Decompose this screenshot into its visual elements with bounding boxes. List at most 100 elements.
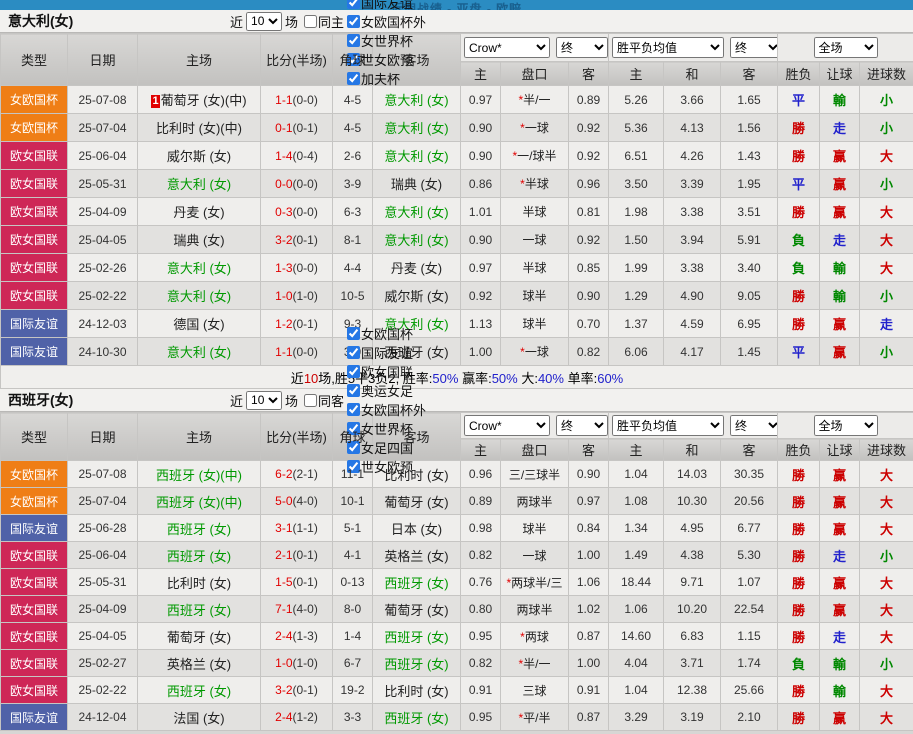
- header-dropdown-group: 胜平负均值终: [608, 412, 779, 439]
- result-badge: 勝: [777, 197, 821, 226]
- handicap-result-badge: 赢: [819, 309, 861, 338]
- competition-filter: 女欧国杯外: [347, 400, 426, 419]
- euro-home-odds: 5.26: [608, 85, 665, 114]
- league-badge: 国际友谊: [0, 337, 68, 366]
- handicap-away-odds: 0.87: [567, 622, 610, 650]
- competition-label: 女欧国杯外: [361, 14, 427, 30]
- column-header: 类型: [0, 33, 68, 86]
- result-badge: 負: [777, 225, 821, 254]
- goals-result-badge: 大: [859, 225, 913, 254]
- away-team: 意大利 (女): [372, 113, 461, 142]
- goals-result-badge: 小: [859, 281, 913, 310]
- recent-count-select[interactable]: 10: [246, 11, 283, 31]
- column-subheader: 客: [567, 438, 610, 461]
- team-section: 意大利(女) 近 10 场 同主 女欧国杯欧女国联国际友谊女欧国杯外女世界杯世女…: [0, 0, 913, 389]
- competition-checkbox[interactable]: [347, 384, 361, 397]
- league-badge: 欧女国联: [0, 281, 68, 310]
- away-team: 意大利 (女): [372, 85, 461, 114]
- handicap-home-odds: 0.82: [460, 541, 501, 569]
- odds-period-select[interactable]: 终: [730, 37, 777, 58]
- match-row: 欧女国联 25-04-05 瑞典 (女) 3-2(0-1) 8-1 意大利 (女) 0.90…: [0, 225, 913, 254]
- home-team: 西班牙 (女): [137, 595, 261, 623]
- handicap-line: *两球半/三: [500, 568, 569, 596]
- handicap-line: 一球: [500, 541, 569, 569]
- competition-checkbox[interactable]: [347, 33, 361, 47]
- header-dropdown-group: Crow* 终: [459, 412, 610, 439]
- handicap-home-odds: 0.95: [460, 622, 501, 650]
- handicap-home-odds: 0.91: [460, 676, 501, 704]
- team-section: 西班牙(女) 近 10 场 同客 女欧国杯 国际友谊 欧女国联 奥运女足 女欧国杯外 女世…: [0, 327, 913, 731]
- bookmaker-select[interactable]: Crow*: [464, 37, 550, 58]
- competition-label: 女欧国杯: [361, 327, 414, 342]
- goals-result-badge: 走: [859, 309, 913, 338]
- handicap-line: *平/半: [500, 703, 569, 731]
- odds-average-select[interactable]: 胜平负均值: [612, 37, 725, 58]
- match-scope-select[interactable]: 全场: [813, 415, 878, 436]
- handicap-home-odds: 0.76: [460, 568, 501, 596]
- bookmaker-period-select[interactable]: 终: [556, 37, 608, 58]
- euro-home-odds: 1.29: [608, 281, 665, 310]
- column-subheader: 客: [720, 438, 779, 461]
- corner-score: 4-4: [332, 253, 373, 282]
- same-venue-checkbox[interactable]: [304, 393, 318, 407]
- euro-away-odds: 1.56: [720, 113, 779, 142]
- header-dropdown-group: 全场: [777, 33, 913, 62]
- bookmaker-select[interactable]: Crow*: [464, 415, 550, 436]
- handicap-away-odds: 0.91: [567, 676, 610, 704]
- euro-away-odds: 3.40: [720, 253, 779, 282]
- handicap-result-badge: 走: [819, 541, 861, 569]
- competition-checkbox[interactable]: [347, 14, 361, 28]
- handicap-away-odds: 1.02: [567, 595, 610, 623]
- match-date: 25-07-08: [67, 460, 138, 488]
- same-venue-label: 同主: [318, 14, 345, 30]
- euro-home-odds: 3.29: [608, 703, 665, 731]
- handicap-home-odds: 0.89: [460, 487, 501, 515]
- match-date: 24-12-04: [67, 703, 138, 731]
- header-dropdown-group: 胜平负均值终: [608, 33, 779, 62]
- handicap-result-badge: 赢: [819, 568, 861, 596]
- summary-stats: 近10场,胜5平3负2, 胜率:50% 赢率:50% 大:40% 单率:60%: [0, 365, 913, 389]
- euro-away-odds: 5.91: [720, 225, 779, 254]
- competition-label: 加夫杯: [361, 71, 401, 87]
- handicap-away-odds: 0.70: [567, 309, 610, 338]
- games-label: 场: [285, 14, 299, 30]
- competition-filters: 女欧国杯欧女国联国际友谊女欧国杯外女世界杯世女欧预加夫杯: [344, 0, 426, 88]
- away-team: 瑞典 (女): [372, 169, 461, 198]
- match-score: 5-0(4-0): [260, 487, 333, 515]
- handicap-line: 三球: [500, 676, 569, 704]
- competition-checkbox[interactable]: [347, 365, 361, 378]
- odds-period-select[interactable]: 终: [730, 415, 777, 436]
- handicap-line: *一球: [500, 113, 569, 142]
- goals-result-badge: 小: [859, 541, 913, 569]
- corner-score: 8-1: [332, 225, 373, 254]
- goals-result-badge: 大: [859, 253, 913, 282]
- euro-draw-odds: 3.66: [663, 85, 722, 114]
- match-date: 25-02-22: [67, 281, 138, 310]
- home-team: 英格兰 (女): [137, 649, 261, 677]
- header-dropdown-group: 全场: [777, 412, 913, 439]
- competition-checkbox[interactable]: [347, 346, 361, 359]
- euro-draw-odds: 9.71: [663, 568, 722, 596]
- match-scope-select[interactable]: 全场: [813, 37, 878, 58]
- result-badge: 勝: [777, 595, 821, 623]
- bookmaker-period-select[interactable]: 终: [556, 415, 608, 436]
- match-date: 25-04-09: [67, 595, 138, 623]
- recent-count-select[interactable]: 10: [246, 390, 283, 410]
- result-badge: 勝: [777, 487, 821, 515]
- euro-home-odds: 1.50: [608, 225, 665, 254]
- euro-away-odds: 1.43: [720, 141, 779, 170]
- competition-checkbox[interactable]: [347, 327, 361, 340]
- away-team: 比利时 (女): [372, 676, 461, 704]
- corner-score: 2-6: [332, 141, 373, 170]
- euro-home-odds: 18.44: [608, 568, 665, 596]
- league-badge: 欧女国联: [0, 541, 68, 569]
- odds-average-select[interactable]: 胜平负均值: [612, 415, 725, 436]
- result-badge: 勝: [777, 622, 821, 650]
- euro-draw-odds: 10.30: [663, 487, 722, 515]
- competition-filter: 奥运女足: [347, 381, 426, 400]
- same-venue-checkbox[interactable]: [304, 14, 318, 28]
- competition-checkbox[interactable]: [347, 403, 361, 416]
- competition-checkbox[interactable]: [347, 0, 361, 9]
- competition-label: 奥运女足: [361, 384, 414, 399]
- competition-checkbox[interactable]: [347, 71, 361, 85]
